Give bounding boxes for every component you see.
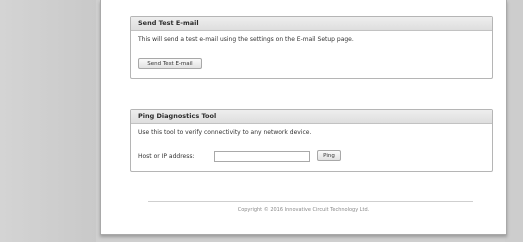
ping-diagnostics-title: Ping Diagnostics Tool [131,110,492,124]
send-test-email-title: Send Test E-mail [131,17,492,31]
host-address-label: Host or IP address: [138,153,195,160]
send-test-email-description: This will send a test e-mail using the s… [138,36,354,43]
content-page: Send Test E-mail This will send a test e… [100,0,507,235]
copyright-text: Copyright © 2016 Innovative Circuit Tech… [237,207,370,213]
background-right [505,0,523,242]
ping-diagnostics-panel: Ping Diagnostics Tool Use this tool to v… [130,109,493,172]
send-test-email-button[interactable]: Send Test E-mail [138,58,202,69]
background-left [0,0,96,242]
host-address-input[interactable] [214,151,310,162]
send-test-email-panel: Send Test E-mail This will send a test e… [130,16,493,79]
ping-button[interactable]: Ping [317,150,341,161]
footer-divider [148,201,473,202]
ping-diagnostics-description: Use this tool to verify connectivity to … [138,129,312,136]
